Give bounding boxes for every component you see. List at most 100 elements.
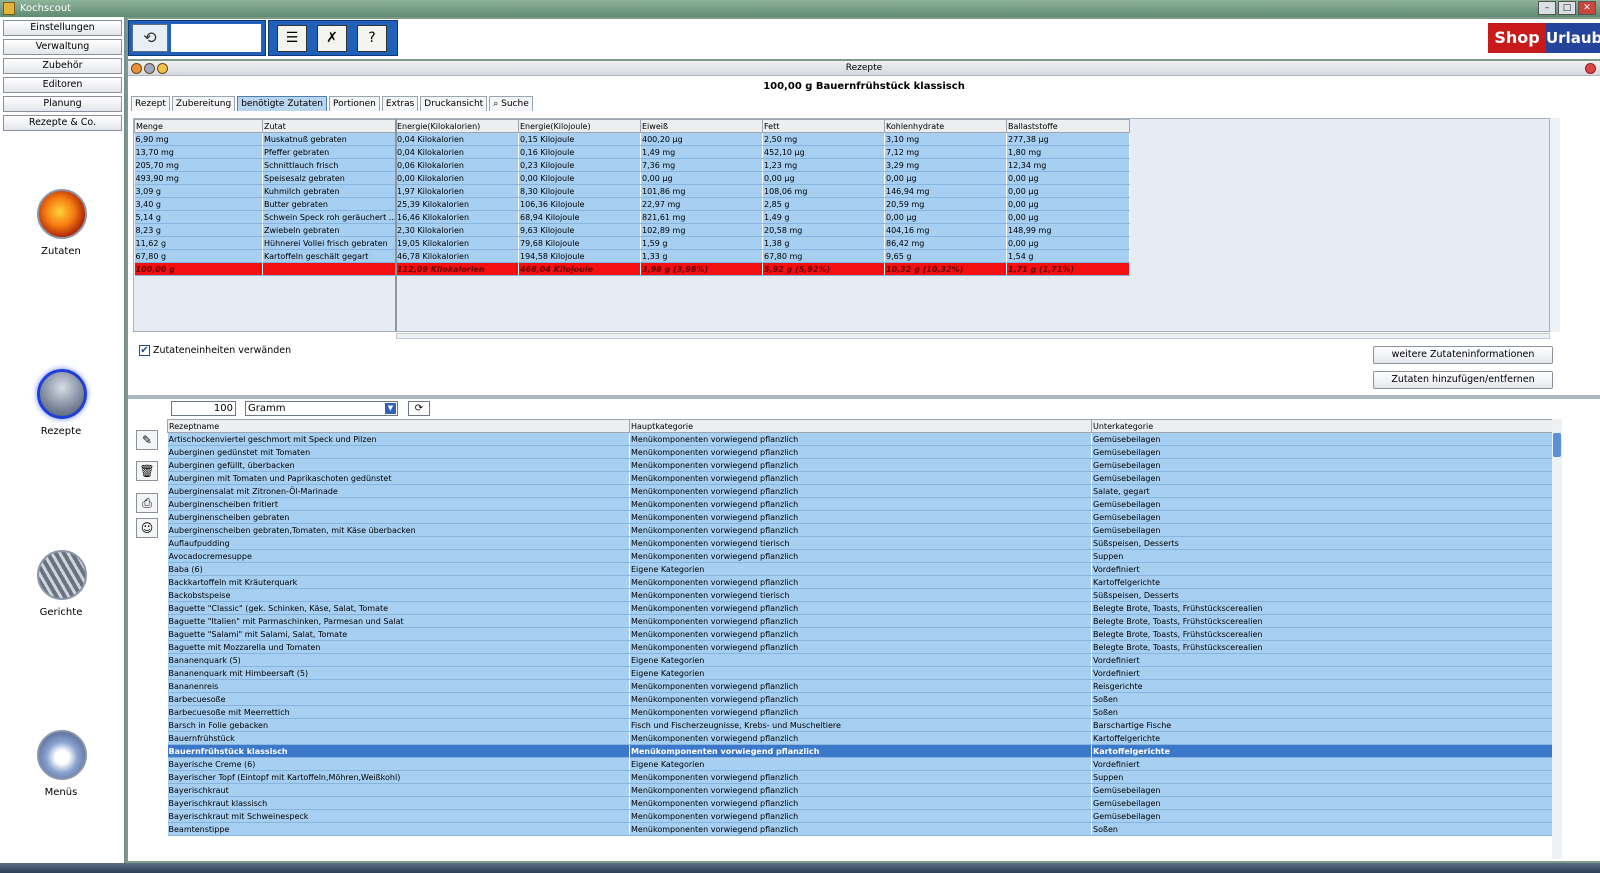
- panel-splitter[interactable]: [128, 395, 1600, 399]
- nav-rezepte-co-button[interactable]: Rezepte & Co.: [3, 115, 122, 131]
- delete-list-icon[interactable]: ✗: [317, 25, 347, 52]
- recipe-row[interactable]: Auberginen gefüllt, überbacken Menükompon…: [167, 458, 1552, 472]
- maximize-icon[interactable]: □: [1558, 1, 1576, 15]
- nutrition-row[interactable]: 3,09 g Kuhmilch gebraten 1,97 Kilokalorien…: [134, 184, 1130, 198]
- nutrition-row[interactable]: 493,90 mg Speisesalz gebraten 0,00 Kilokal…: [134, 171, 1130, 185]
- nutrition-row[interactable]: 8,23 g Zwiebeln gebraten 2,30 Kilokalorien…: [134, 223, 1130, 237]
- recipe-row[interactable]: Bananenquark (5) Eigene Kategorien Vordefi…: [167, 653, 1552, 667]
- recipe-row[interactable]: Auflaufpudding Menükomponenten vorwiegend…: [167, 536, 1552, 550]
- amount-input[interactable]: 100: [171, 401, 236, 416]
- close-icon[interactable]: ✕: [1578, 1, 1596, 15]
- chevron-down-icon[interactable]: ▼: [385, 403, 396, 414]
- nutrition-row[interactable]: 67,80 g Kartoffeln geschält gegart 46,78 K…: [134, 249, 1130, 263]
- recipe-row[interactable]: Artischockenviertel geschmort mit Speck …: [167, 432, 1552, 446]
- recipe-row[interactable]: Bauernfrühstück Menükomponenten vorwiegen…: [167, 731, 1552, 745]
- nutrition-header-cell[interactable]: Energie(Kilokalorien): [395, 119, 519, 133]
- nutrition-row[interactable]: 205,70 mg Schnittlauch frisch 0,06 Kilokal…: [134, 158, 1130, 172]
- recipe-row[interactable]: Bayerischkraut klassisch Menükomponenten …: [167, 796, 1552, 810]
- new-recipe-icon[interactable]: ✎: [136, 430, 158, 450]
- tab-benoetigte-zutaten[interactable]: benötigte Zutaten: [237, 96, 328, 111]
- nutrition-column-split[interactable]: [395, 119, 397, 331]
- recipe-row[interactable]: Bayerische Creme (6) Eigene Kategorien Vor…: [167, 757, 1552, 771]
- nav-zubehoer-button[interactable]: Zubehör: [3, 58, 122, 74]
- tab-zubereitung[interactable]: Zubereitung: [171, 96, 236, 111]
- recipe-row[interactable]: Bananenreis Menükomponenten vorwiegend pf…: [167, 679, 1552, 693]
- recipe-row[interactable]: Bayerischkraut mit Schweinespeck Menükomp…: [167, 809, 1552, 823]
- nav-planung-button[interactable]: Planung: [3, 96, 122, 112]
- nutrition-row[interactable]: 5,14 g Schwein Speck roh geräuchert ... 16…: [134, 210, 1130, 224]
- recipe-row[interactable]: Bananenquark mit Himbeersaft (5) Eigene K…: [167, 666, 1552, 680]
- urlaub-button[interactable]: Urlaub: [1546, 23, 1600, 53]
- nutrition-header-cell[interactable]: Menge: [134, 119, 263, 133]
- refresh-icon[interactable]: ⟲: [132, 24, 168, 52]
- tab-druckansicht[interactable]: Druckansicht: [420, 96, 488, 111]
- recipe-row[interactable]: Barsch in Folie gebacken Fisch und Fische…: [167, 718, 1552, 732]
- recipe-row[interactable]: Baguette mit Mozzarella und Tomaten Menük…: [167, 640, 1552, 654]
- recipe-row[interactable]: Auberginen mit Tomaten und Paprikaschote…: [167, 471, 1552, 485]
- list-view-icon[interactable]: ☰: [277, 25, 307, 52]
- user-recipe-icon[interactable]: ☺: [136, 518, 158, 538]
- recipe-row[interactable]: Bayerischkraut Menükomponenten vorwiegend…: [167, 783, 1552, 797]
- minimize-icon[interactable]: –: [1538, 1, 1556, 15]
- help-icon[interactable]: ?: [357, 25, 387, 52]
- panel-minimize-icon[interactable]: [144, 63, 155, 74]
- recipe-header-cell[interactable]: Rezeptname: [167, 419, 630, 433]
- tab-portionen[interactable]: Portionen: [329, 96, 380, 111]
- recipe-row[interactable]: Baba (6) Eigene Kategorien Vordefiniert: [167, 562, 1552, 576]
- tab-extras[interactable]: Extras: [381, 96, 419, 111]
- refresh-list-icon[interactable]: ⟳: [408, 401, 430, 416]
- recipe-row[interactable]: Auberginenscheiben fritiert Menükomponent…: [167, 497, 1552, 511]
- tab-suche[interactable]: ⌕ Suche: [489, 96, 533, 111]
- scrollbar-thumb[interactable]: [1553, 433, 1561, 457]
- nutrition-row[interactable]: 3,40 g Butter gebraten 25,39 Kilokalorien 1…: [134, 197, 1130, 211]
- checkbox-checked-icon[interactable]: ✔: [139, 345, 150, 356]
- nutrition-horizontal-scrollbar[interactable]: [396, 333, 1550, 339]
- recipe-row[interactable]: Bauernfrühstück klassisch Menükomponenten…: [167, 744, 1552, 758]
- nutrition-row[interactable]: 6,90 mg Muskatnuß gebraten 0,04 Kilokalori…: [134, 132, 1130, 146]
- recipe-row[interactable]: Baguette "Italien" mit Parmaschinken, Pa…: [167, 614, 1552, 628]
- shop-button[interactable]: Shop: [1488, 23, 1546, 53]
- recipe-row[interactable]: Barbecuesoße mit Meerrettich Menükomponen…: [167, 705, 1552, 719]
- recipe-row[interactable]: Baguette "Classic" (gek. Schinken, Käse,…: [167, 601, 1552, 615]
- nutrition-vertical-scrollbar[interactable]: [1550, 118, 1560, 332]
- panel-close-icon[interactable]: [1585, 63, 1596, 74]
- recipe-row[interactable]: Avocadocremesuppe Menükomponenten vorwieg…: [167, 549, 1552, 563]
- nutrition-row[interactable]: 13,70 mg Pfeffer gebraten 0,04 Kilokalorie…: [134, 145, 1130, 159]
- fire-icon[interactable]: [37, 189, 87, 239]
- add-remove-ingredients-button[interactable]: Zutaten hinzufügen/entfernen: [1373, 371, 1553, 389]
- unit-select[interactable]: Gramm ▼: [245, 401, 398, 416]
- recipe-row[interactable]: Barbecuesoße Menükomponenten vorwiegend p…: [167, 692, 1552, 706]
- print-icon[interactable]: ⎙: [136, 493, 158, 513]
- nutrition-header-cell[interactable]: Ballaststoffe: [1006, 119, 1130, 133]
- plate-icon[interactable]: [37, 369, 87, 419]
- recipe-row[interactable]: Auberginen gedünstet mit Tomaten Menükomp…: [167, 445, 1552, 459]
- recipe-row[interactable]: Baguette "Salami" mit Salami, Salat, Tom…: [167, 627, 1552, 641]
- recipe-row[interactable]: Backobstspeise Menükomponenten vorwiegend…: [167, 588, 1552, 602]
- recipe-header-cell[interactable]: Hauptkategorie: [629, 419, 1092, 433]
- recipe-row[interactable]: Auberginenscheiben gebraten Menükomponent…: [167, 510, 1552, 524]
- nutrition-header-cell[interactable]: Eiweiß: [640, 119, 763, 133]
- more-info-button[interactable]: weitere Zutateninformationen: [1373, 346, 1553, 364]
- nutrition-row[interactable]: 11,62 g Hühnerei Vollei frisch gebraten 19…: [134, 236, 1130, 250]
- grill-icon[interactable]: [37, 550, 87, 600]
- zutateneinheiten-checkbox[interactable]: ✔ Zutateneinheiten verwänden: [139, 345, 291, 356]
- nutrition-header-cell[interactable]: Fett: [762, 119, 885, 133]
- recipe-row[interactable]: Backkartoffeln mit Kräuterquark Menükompo…: [167, 575, 1552, 589]
- recipe-header-cell[interactable]: Unterkategorie: [1091, 419, 1552, 433]
- recipe-row[interactable]: Beamtenstippe Menükomponenten vorwiegend …: [167, 822, 1552, 836]
- nutrition-header-cell[interactable]: Zutat: [262, 119, 396, 133]
- panel-restore-icon[interactable]: [157, 63, 168, 74]
- tab-rezept[interactable]: Rezept: [131, 96, 170, 111]
- nav-einstellungen-button[interactable]: Einstellungen: [3, 20, 122, 36]
- recipe-row[interactable]: Auberginenscheiben gebraten,Tomaten, mit…: [167, 523, 1552, 537]
- recipe-vertical-scrollbar[interactable]: [1552, 419, 1562, 859]
- trash-icon[interactable]: 🗑: [136, 461, 158, 481]
- nav-verwaltung-button[interactable]: Verwaltung: [3, 39, 122, 55]
- menu-plate-icon[interactable]: [37, 730, 87, 780]
- recipe-row[interactable]: Auberginensalat mit Zitronen-Öl-Marinade…: [167, 484, 1552, 498]
- nav-editoren-button[interactable]: Editoren: [3, 77, 122, 93]
- nutrition-header-cell[interactable]: Energie(Kilojoule): [518, 119, 641, 133]
- nutrition-header-cell[interactable]: Kohlenhydrate: [884, 119, 1007, 133]
- panel-back-icon[interactable]: [131, 63, 142, 74]
- recipe-row[interactable]: Bayerischer Topf (Eintopf mit Kartoffeln…: [167, 770, 1552, 784]
